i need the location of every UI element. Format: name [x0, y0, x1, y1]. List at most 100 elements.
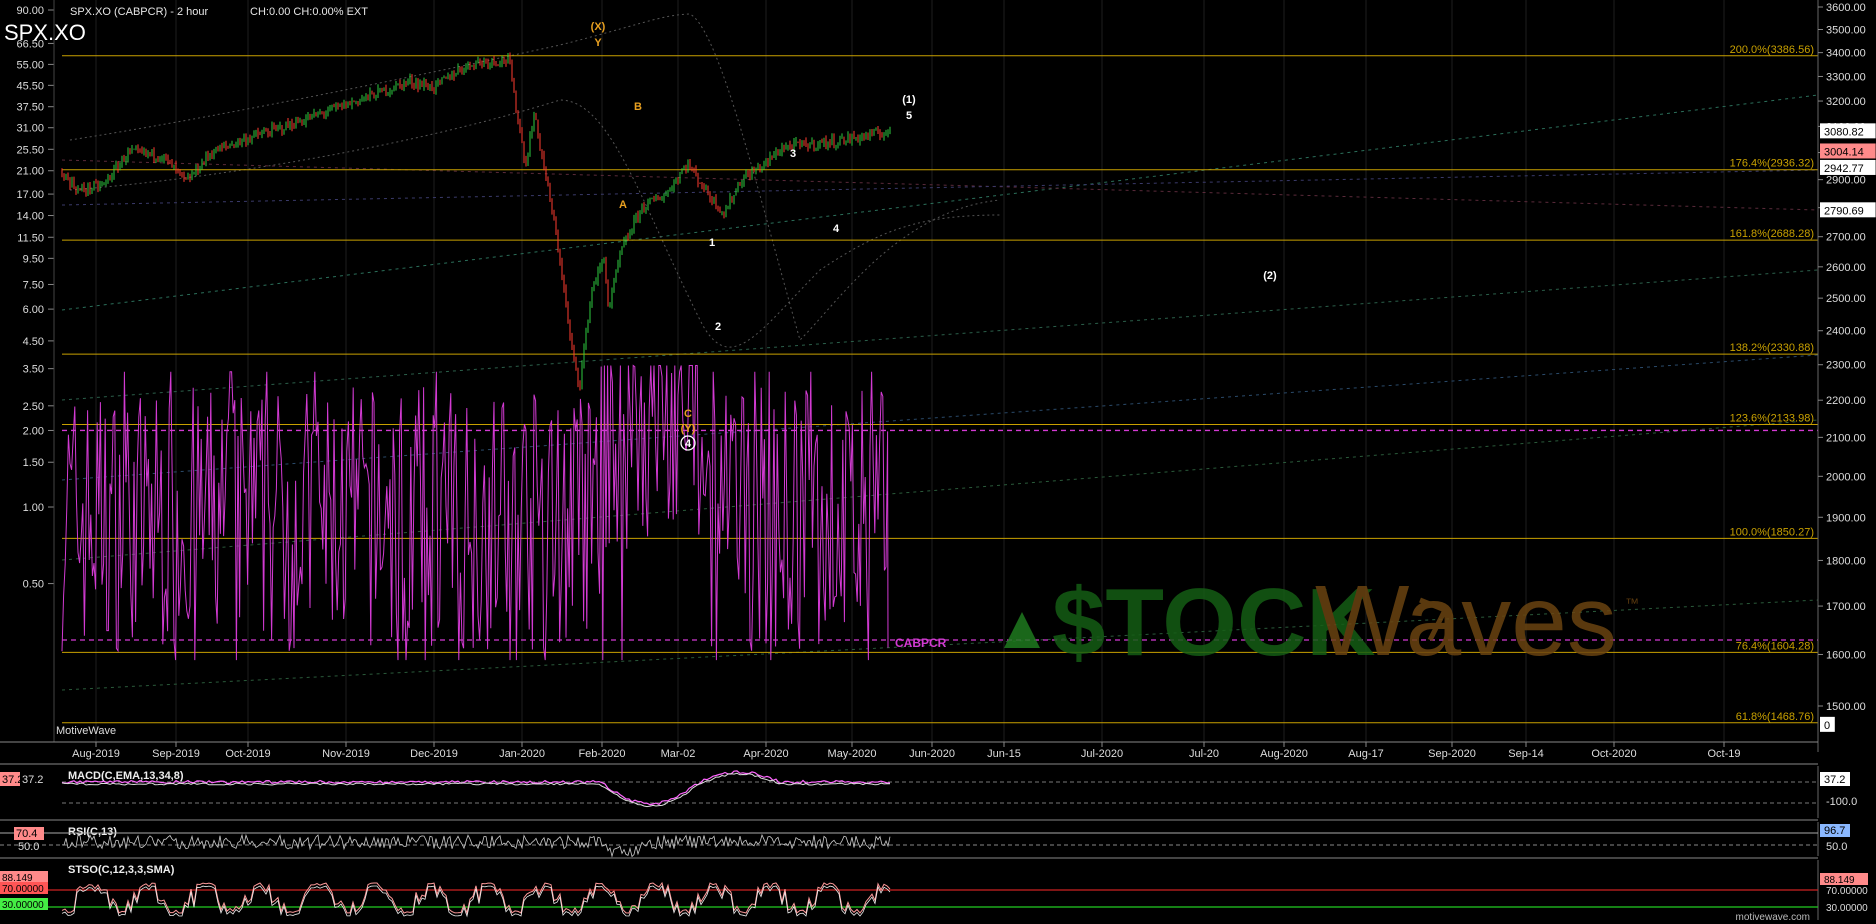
- site-credit: motivewave.com: [1736, 912, 1810, 923]
- panel-title: MACD(C,EMA,13,34,8): [68, 770, 184, 782]
- left-tick-label: 90.00: [16, 5, 44, 17]
- right-tick-label: 3500.00: [1826, 24, 1866, 36]
- rsi-left-value: 70.4: [16, 828, 37, 840]
- price-tag-text: 3004.14: [1824, 146, 1864, 158]
- rsi-right-tick: 50.0: [1826, 841, 1847, 853]
- right-axis-bg: [1818, 0, 1876, 752]
- right-tick-label: 3400.00: [1826, 48, 1866, 60]
- left-tick-label: 37.50: [16, 102, 44, 114]
- left-tick-label: 55.00: [16, 59, 44, 71]
- left-tick-label: 31.00: [16, 123, 44, 135]
- x-tick-label: Jul-2020: [1081, 748, 1123, 760]
- fib-label: 76.4%(1604.28): [1736, 640, 1814, 652]
- right-tick-label: 2100.00: [1826, 432, 1866, 444]
- wave-label: C: [684, 408, 692, 420]
- price-tag-text: 0: [1824, 720, 1830, 732]
- macd-axis-tick: -100.0: [1826, 796, 1857, 808]
- left-tick-label: 11.50: [17, 232, 44, 244]
- wave-label: 4: [833, 223, 840, 235]
- x-tick-label: May-2020: [828, 748, 877, 760]
- wave-label: 1: [709, 237, 715, 249]
- fib-label: 138.2%(2330.88): [1730, 342, 1814, 354]
- x-tick-label: Nov-2019: [322, 748, 370, 760]
- fib-label: 61.8%(1468.76): [1736, 711, 1814, 723]
- left-tick-label: 1.00: [23, 502, 44, 514]
- stso-axis-tick: 30.00000: [1826, 903, 1868, 914]
- right-tick-label: 2200.00: [1826, 395, 1866, 407]
- x-tick-label: Oct-19: [1707, 748, 1740, 760]
- right-tick-label: 1700.00: [1826, 601, 1866, 613]
- wave-label: A: [619, 199, 627, 211]
- right-tick-label: 1500.00: [1826, 701, 1866, 713]
- wave-label: 3: [790, 148, 796, 160]
- wave-label: 5: [906, 110, 912, 122]
- rsi-axis-tick: 50.0: [18, 841, 39, 853]
- right-tick-label: 2400.00: [1826, 326, 1866, 338]
- wave-label: 2: [715, 321, 721, 333]
- stso-axis-tick: 70.00000: [1826, 886, 1868, 897]
- right-tick-label: 1600.00: [1826, 649, 1866, 661]
- x-tick-label: Mar-02: [661, 748, 696, 760]
- stso-left-value: 70.00000: [2, 884, 44, 895]
- wave-label: (Y): [681, 423, 696, 435]
- price-tag-text: 2790.69: [1824, 205, 1864, 217]
- x-tick-label: Jul-20: [1189, 748, 1219, 760]
- motivewave-label: MotiveWave: [56, 725, 116, 737]
- x-tick-label: Jun-15: [987, 748, 1021, 760]
- left-tick-label: 2.50: [23, 401, 44, 413]
- fib-label: 100.0%(1850.27): [1730, 526, 1814, 538]
- right-tick-label: 2600.00: [1826, 262, 1866, 274]
- left-tick-label: 4.50: [23, 336, 44, 348]
- left-tick-label: 6.00: [23, 304, 44, 316]
- wave-label: (1): [902, 94, 916, 106]
- right-tick-label: 2700.00: [1826, 232, 1866, 244]
- right-tick-label: 3600.00: [1826, 2, 1866, 14]
- x-tick-label: Sep-2019: [152, 748, 200, 760]
- x-tick-label: Feb-2020: [578, 748, 625, 760]
- macd-left-value: 37.2: [2, 774, 23, 786]
- watermark-tm: ™: [1625, 595, 1639, 611]
- pcr-series-label: CABPCR: [895, 636, 947, 650]
- x-tick-label: Aug-17: [1348, 748, 1383, 760]
- fib-label: 123.6%(2133.98): [1730, 413, 1814, 425]
- chart-canvas: 200.0%(3386.56) 176.4%(2936.32) 161.8%(268…: [0, 0, 1876, 924]
- wave-label: 4: [685, 438, 692, 450]
- left-tick-label: 25.50: [16, 144, 44, 156]
- stso-left-value: 30.00000: [2, 900, 44, 911]
- change-text: CH:0.00 CH:0.00% EXT: [250, 6, 368, 18]
- x-tick-label: Aug-2019: [72, 748, 120, 760]
- right-tick-label: 2500.00: [1826, 293, 1866, 305]
- x-tick-label: Oct-2020: [1591, 748, 1636, 760]
- x-tick-label: Dec-2019: [410, 748, 458, 760]
- stso-right-value: 88.149: [1824, 875, 1855, 886]
- left-tick-label: 45.50: [16, 80, 44, 92]
- left-tick-label: 14.00: [16, 211, 44, 223]
- fib-label: 161.8%(2688.28): [1730, 228, 1814, 240]
- left-tick-label: 17.00: [16, 189, 44, 201]
- left-tick-label: 2.00: [23, 425, 44, 437]
- right-tick-label: 3200.00: [1826, 96, 1866, 108]
- x-tick-label: Aug-2020: [1260, 748, 1308, 760]
- big-symbol: SPX.XO: [4, 20, 86, 45]
- right-tick-label: 2900.00: [1826, 175, 1866, 187]
- left-tick-label: 7.50: [23, 279, 44, 291]
- x-tick-label: Oct-2019: [225, 748, 270, 760]
- left-tick-label: 1.50: [23, 457, 44, 469]
- left-tick-label: 3.50: [23, 364, 44, 376]
- left-tick-label: 21.00: [16, 166, 44, 178]
- wave-label: Y: [594, 37, 602, 49]
- fib-label: 200.0%(3386.56): [1730, 44, 1814, 56]
- x-tick-label: Sep-14: [1508, 748, 1543, 760]
- rsi-right-value: 96.7: [1824, 825, 1845, 837]
- right-tick-label: 1800.00: [1826, 555, 1866, 567]
- right-tick-label: 3300.00: [1826, 71, 1866, 83]
- wave-label: (2): [1263, 270, 1277, 282]
- right-tick-label: 2300.00: [1826, 360, 1866, 372]
- right-tick-label: 2000.00: [1826, 471, 1866, 483]
- wave-label: (X): [591, 21, 606, 33]
- stockwaves-watermark: $TOCK Waves ™: [1004, 565, 1639, 677]
- left-tick-label: 9.50: [23, 253, 44, 265]
- x-tick-label: Jan-2020: [499, 748, 545, 760]
- panel-title: STSO(C,12,3,3,SMA): [68, 864, 175, 876]
- x-tick-label: Apr-2020: [743, 748, 788, 760]
